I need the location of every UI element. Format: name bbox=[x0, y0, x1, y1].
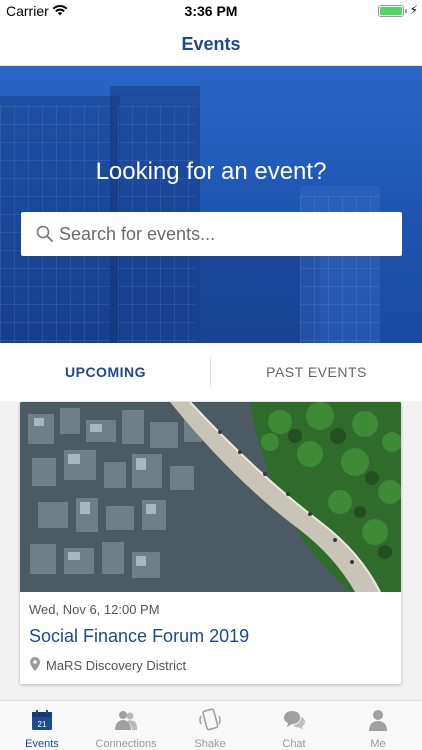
event-image bbox=[20, 402, 401, 592]
search-box[interactable] bbox=[21, 212, 402, 256]
people-icon bbox=[115, 711, 137, 730]
tabbar-item-me[interactable]: Me bbox=[336, 701, 420, 750]
event-image-art bbox=[20, 402, 401, 592]
battery-icon bbox=[378, 5, 404, 17]
calendar-icon: 21 bbox=[32, 710, 52, 730]
tab-upcoming[interactable]: UPCOMING bbox=[0, 343, 211, 401]
page-title: Events bbox=[181, 34, 241, 54]
tabbar-label-shake: Shake bbox=[194, 738, 226, 750]
event-card[interactable]: Wed, Nov 6, 12:00 PM Social Finance Foru… bbox=[20, 402, 401, 684]
tabbar-label-events: Events bbox=[25, 738, 59, 750]
tabbar-item-events[interactable]: 21 Events bbox=[0, 701, 84, 750]
tabbar-label-connections: Connections bbox=[95, 738, 157, 750]
tab-past-events[interactable]: PAST EVENTS bbox=[211, 343, 422, 401]
tabbar-label-chat: Chat bbox=[282, 738, 306, 750]
event-title[interactable]: Social Finance Forum 2019 bbox=[29, 626, 249, 647]
event-date: Wed, Nov 6, 12:00 PM bbox=[29, 602, 160, 617]
calendar-badge: 21 bbox=[38, 720, 47, 729]
event-location: MaRS Discovery District bbox=[46, 658, 187, 673]
bottom-tab-bar: 21 Events Connections Shake Chat Me bbox=[0, 700, 422, 750]
hero-banner: Looking for an event? bbox=[0, 66, 422, 343]
chat-bubbles-icon bbox=[284, 711, 305, 730]
search-icon bbox=[36, 225, 53, 242]
tabbar-item-shake[interactable]: Shake bbox=[168, 701, 252, 750]
navigation-bar: Events bbox=[0, 22, 422, 66]
search-input[interactable] bbox=[59, 212, 389, 256]
status-bar: Carrier 3:36 PM ⚡ bbox=[0, 0, 422, 22]
clock: 3:36 PM bbox=[184, 3, 238, 19]
hero-headline: Looking for an event? bbox=[95, 158, 327, 185]
tabbar-item-connections[interactable]: Connections bbox=[84, 701, 168, 750]
location-pin-icon bbox=[30, 657, 40, 671]
tabbar-item-chat[interactable]: Chat bbox=[252, 701, 336, 750]
battery-tip bbox=[405, 9, 407, 13]
tabbar-label-me: Me bbox=[370, 738, 386, 750]
event-tabs: UPCOMING PAST EVENTS bbox=[0, 343, 422, 401]
person-icon bbox=[369, 710, 387, 731]
phone-shake-icon bbox=[199, 708, 221, 731]
charging-bolt-icon: ⚡ bbox=[409, 3, 418, 17]
